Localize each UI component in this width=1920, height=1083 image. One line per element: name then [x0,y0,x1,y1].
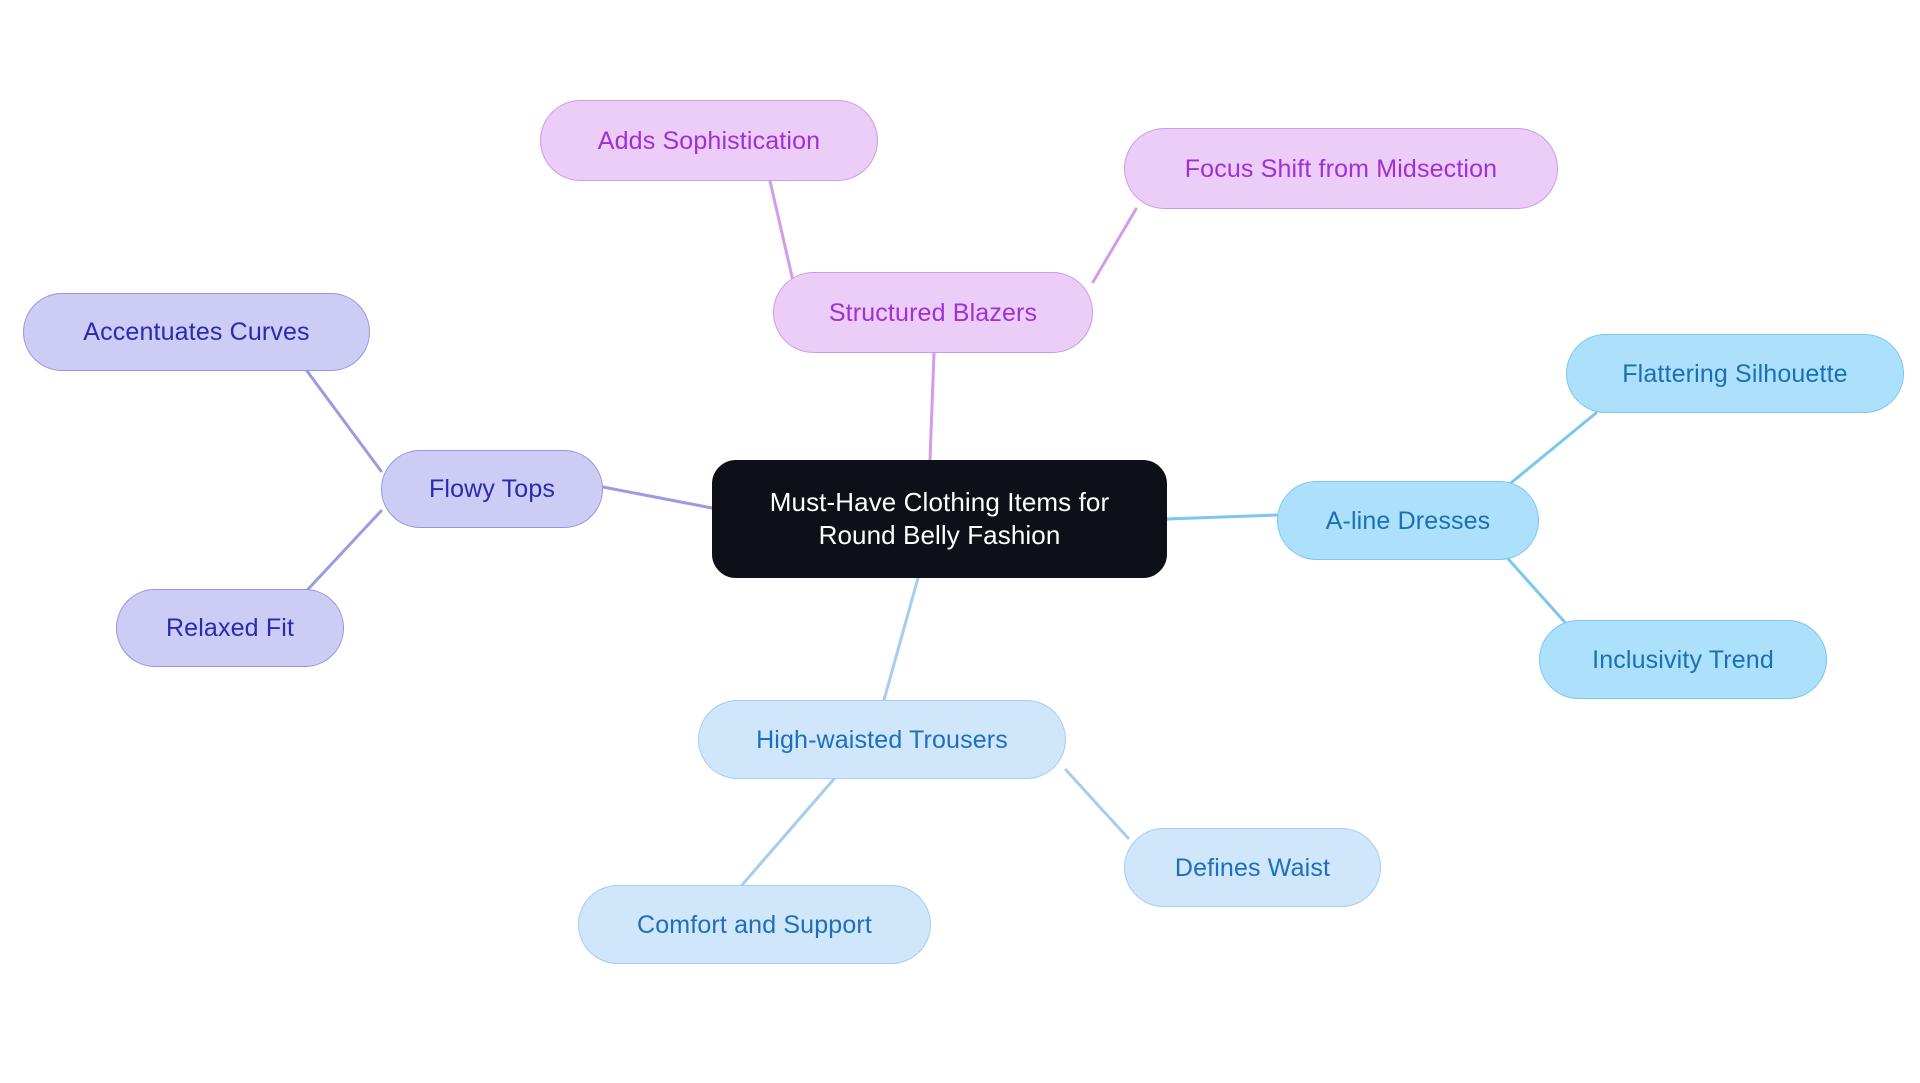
connector-blazers-focus [1091,207,1138,284]
mindmap-canvas: Must-Have Clothing Items for Round Belly… [0,0,1920,1083]
node-label: High-waisted Trousers [756,725,1008,754]
mindmap-node-high-waisted-trousers[interactable]: High-waisted Trousers [698,700,1066,779]
connector-root-trousers [882,576,920,702]
connector-trousers-defines [1064,768,1130,840]
node-label: Focus Shift from Midsection [1184,154,1498,183]
connector-flowy-accentuates [305,369,383,473]
mindmap-node-accentuates-curves[interactable]: Accentuates Curves [23,293,370,371]
node-label: Adds Sophistication [597,126,821,155]
connector-root-blazers [928,351,936,462]
mindmap-node-adds-sophistication[interactable]: Adds Sophistication [540,100,878,181]
mindmap-node-defines-waist[interactable]: Defines Waist [1124,828,1381,907]
node-label: Flowy Tops [428,475,556,503]
node-label: Inclusivity Trend [1592,645,1774,674]
node-label: Comfort and Support [637,910,872,939]
mindmap-node-flattering-silhouette[interactable]: Flattering Silhouette [1566,334,1904,413]
node-label: Must-Have Clothing Items for Round Belly… [769,486,1110,550]
mindmap-node-root[interactable]: Must-Have Clothing Items for Round Belly… [712,460,1167,578]
node-label: Accentuates Curves [83,318,310,346]
connector-dresses-inclusivity [1500,550,1572,630]
mindmap-node-relaxed-fit[interactable]: Relaxed Fit [116,589,344,667]
connector-blazers-sophistication [768,179,795,283]
connector-root-flowy [601,485,714,510]
mindmap-node-comfort-and-support[interactable]: Comfort and Support [578,885,931,964]
mindmap-node-inclusivity-trend[interactable]: Inclusivity Trend [1539,620,1827,699]
node-label: Defines Waist [1174,853,1331,882]
connector-dresses-flattering [1504,411,1598,489]
node-label: Relaxed Fit [165,614,295,642]
node-label: Structured Blazers [828,298,1038,327]
mindmap-node-flowy-tops[interactable]: Flowy Tops [381,450,603,528]
connector-flowy-relaxed [296,509,383,602]
connector-root-dresses [1165,513,1279,521]
node-label: A-line Dresses [1325,506,1491,535]
connector-trousers-comfort [740,777,836,887]
mindmap-node-a-line-dresses[interactable]: A-line Dresses [1277,481,1539,560]
mindmap-node-focus-shift[interactable]: Focus Shift from Midsection [1124,128,1558,209]
mindmap-node-structured-blazers[interactable]: Structured Blazers [773,272,1093,353]
node-label: Flattering Silhouette [1622,359,1848,388]
